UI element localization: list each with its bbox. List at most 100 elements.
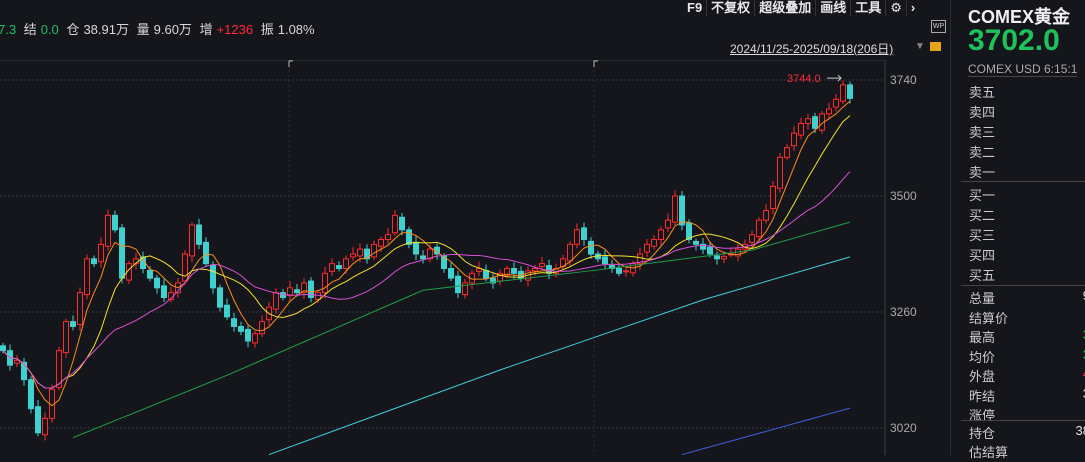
quote-row: 总量9 bbox=[969, 288, 1085, 308]
row-label: 卖五 bbox=[969, 85, 996, 100]
row-value: 38 bbox=[1075, 423, 1085, 438]
candle-body bbox=[294, 289, 300, 294]
period-marker-icon bbox=[288, 60, 293, 67]
candle-body bbox=[252, 333, 258, 344]
toolbar-draw-line[interactable]: 画线 bbox=[816, 0, 852, 16]
candle-body bbox=[161, 285, 167, 298]
divider bbox=[961, 181, 1085, 182]
candle-body bbox=[420, 255, 426, 260]
candle-body bbox=[273, 292, 279, 310]
candle-body bbox=[567, 243, 573, 262]
inc-value: +1236 bbox=[216, 22, 254, 37]
candle-body bbox=[812, 116, 818, 129]
row-label: 总量 bbox=[969, 291, 996, 306]
row-label: 买四 bbox=[969, 248, 996, 263]
date-range[interactable]: 2024/11/25-2025/09/18(206日) bbox=[730, 40, 893, 57]
candle-body bbox=[182, 253, 188, 282]
candle-body bbox=[350, 253, 356, 258]
candle-body bbox=[483, 269, 489, 279]
candle-body bbox=[511, 267, 517, 274]
candle-body bbox=[259, 321, 265, 335]
kline-chart[interactable]: 3740 3500 3260 3020 3744.0 bbox=[0, 60, 950, 455]
quote-row: 卖五 bbox=[969, 82, 1085, 102]
candle-body bbox=[392, 214, 398, 234]
max-price-label: 3744.0 bbox=[787, 73, 821, 85]
candle-body bbox=[581, 227, 587, 240]
quote-row: 最高3 bbox=[969, 327, 1085, 347]
quote-row: 昨结3 bbox=[969, 386, 1085, 406]
unlock-icon[interactable] bbox=[930, 42, 941, 51]
gear-icon[interactable]: ⚙ bbox=[886, 0, 907, 16]
row-label: 买一 bbox=[969, 188, 996, 203]
candle-body bbox=[336, 265, 342, 269]
candle-body bbox=[210, 265, 216, 289]
candle-body bbox=[623, 270, 629, 273]
candle-body bbox=[0, 345, 6, 352]
ma-line-ma250 bbox=[681, 407, 851, 455]
quote-row: 买四 bbox=[969, 245, 1085, 265]
wp-icon[interactable]: WP bbox=[931, 20, 946, 33]
candle-body bbox=[14, 359, 20, 364]
candle-body bbox=[749, 234, 755, 243]
candle-body bbox=[840, 84, 846, 102]
candle-body bbox=[189, 224, 195, 257]
toolbar-f9[interactable]: F9 bbox=[683, 0, 708, 16]
candle-body bbox=[805, 118, 811, 124]
candle-body bbox=[315, 292, 321, 300]
quote-row: 卖四 bbox=[969, 102, 1085, 122]
candle-body bbox=[245, 328, 251, 342]
quote-row: 买二 bbox=[969, 205, 1085, 225]
candle-body bbox=[84, 258, 90, 296]
quote-row: 均价3 bbox=[969, 347, 1085, 367]
row-label: 卖四 bbox=[969, 105, 996, 120]
quote-row: 涨停 bbox=[969, 405, 1085, 425]
quote-row: 买三 bbox=[969, 225, 1085, 245]
y-tick-label: 3500 bbox=[890, 189, 917, 203]
candle-body bbox=[532, 267, 538, 272]
candle-body bbox=[77, 292, 83, 326]
y-tick-label: 3740 bbox=[890, 73, 917, 87]
candle-body bbox=[686, 222, 692, 240]
candle-body bbox=[448, 267, 454, 279]
candle-body bbox=[406, 229, 412, 245]
row-label: 买五 bbox=[969, 268, 996, 283]
row-label: 持仓 bbox=[969, 426, 996, 441]
candle-body bbox=[42, 417, 48, 436]
quote-bar: 7.3 结 0.0 仓 38.91万 量 9.60万 增 +1236 振 1.08% bbox=[0, 19, 319, 38]
row-label: 买二 bbox=[969, 208, 996, 223]
toolbar-no-adjust[interactable]: 不复权 bbox=[707, 0, 756, 16]
candle-body bbox=[385, 234, 391, 240]
candle-body bbox=[329, 263, 335, 272]
candle-body bbox=[413, 241, 419, 255]
quote-row: 卖三 bbox=[969, 122, 1085, 142]
quote-row: 买一 bbox=[969, 185, 1085, 205]
candle-body bbox=[357, 248, 363, 257]
dropdown-triangle-icon[interactable]: ▼ bbox=[915, 41, 925, 52]
row-label: 卖二 bbox=[969, 145, 996, 160]
candle-body bbox=[644, 243, 650, 253]
chevron-right-icon[interactable]: › bbox=[907, 0, 919, 16]
candle-body bbox=[546, 265, 552, 274]
candle-body bbox=[847, 84, 853, 99]
toolbar-overlay[interactable]: 超级叠加 bbox=[755, 0, 817, 16]
settle-label: 结 bbox=[23, 22, 37, 37]
candle-body bbox=[399, 216, 405, 231]
candle-body bbox=[826, 108, 832, 115]
divider bbox=[961, 420, 1085, 421]
candle-body bbox=[539, 263, 545, 268]
row-label: 卖三 bbox=[969, 125, 996, 140]
candle-body bbox=[231, 318, 237, 327]
quote-row: 卖二 bbox=[969, 142, 1085, 162]
candle-body bbox=[119, 227, 125, 279]
candle-body bbox=[154, 277, 160, 289]
oi-label: 仓 bbox=[66, 22, 80, 37]
candle-body bbox=[798, 122, 804, 136]
last-price: 3702.0 bbox=[968, 24, 1060, 57]
candle-body bbox=[203, 241, 209, 265]
y-tick-label: 3020 bbox=[890, 421, 917, 435]
candle-body bbox=[791, 132, 797, 147]
quote-row: 外盘4 bbox=[969, 366, 1085, 386]
toolbar-tools[interactable]: 工具 bbox=[851, 0, 887, 16]
candle-body bbox=[378, 238, 384, 247]
candle-body bbox=[784, 147, 790, 158]
